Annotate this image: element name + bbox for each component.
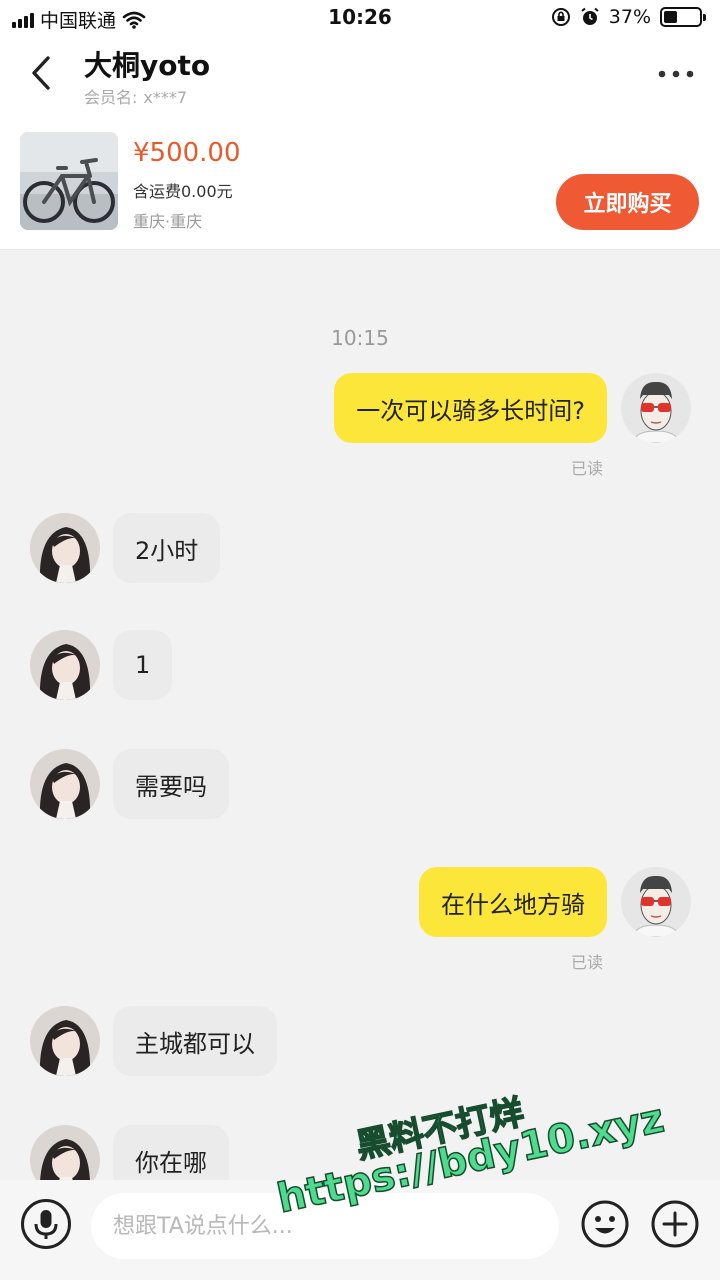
contact-avatar[interactable] [30,1006,100,1076]
contact-message-bubble[interactable]: 2小时 [113,513,221,583]
voice-input-button[interactable] [21,1199,71,1249]
status-right: 37% [551,6,706,28]
page-title: 大桐yoto [84,49,211,82]
status-bar: 中国联通 10:26 37% [0,0,720,38]
microphone-icon [34,1210,58,1239]
contact-avatar[interactable] [30,513,100,583]
member-value: x***7 [143,88,188,107]
rotation-lock-icon [551,8,570,26]
chat-header: 大桐yoto 会员名: x***7 [0,38,720,110]
shipping-info: 含运费0.00元 [133,182,233,201]
more-options-icon[interactable] [656,60,696,88]
product-location: 重庆·重庆 [133,212,203,231]
contact-message-bubble[interactable]: 需要吗 [113,749,229,819]
battery-icon [660,7,706,27]
read-status: 已读 [571,953,604,972]
battery-percent: 37% [608,6,651,28]
message-input-wrapper [91,1193,559,1259]
contact-avatar[interactable] [30,630,100,700]
product-price: ¥500.00 [133,138,241,168]
my-avatar[interactable] [621,867,691,937]
contact-message-bubble[interactable]: 主城都可以 [113,1006,277,1076]
my-message-bubble[interactable]: 在什么地方骑 [419,867,607,937]
alarm-icon [581,7,599,25]
input-bar [0,1180,720,1280]
message-input[interactable] [113,1213,559,1239]
member-info: 会员名: x***7 [84,84,187,108]
my-message-bubble[interactable]: 一次可以骑多长时间? [334,373,607,443]
back-arrow-icon[interactable] [22,48,62,98]
contact-message-bubble[interactable]: 1 [113,630,173,700]
product-card[interactable]: ¥500.00 含运费0.00元 重庆·重庆 立即购买 [0,110,720,250]
emoji-button-icon[interactable] [580,1199,630,1249]
member-label: 会员名: [84,88,138,107]
read-status: 已读 [571,459,604,478]
chat-timestamp: 10:15 [331,326,389,350]
buy-now-button[interactable]: 立即购买 [556,174,699,230]
watermark-line-1: 黑料不打烊 [352,1092,528,1168]
product-image[interactable] [20,132,118,230]
contact-avatar[interactable] [30,749,100,819]
my-avatar[interactable] [621,373,691,443]
add-attachment-icon[interactable] [650,1199,700,1249]
